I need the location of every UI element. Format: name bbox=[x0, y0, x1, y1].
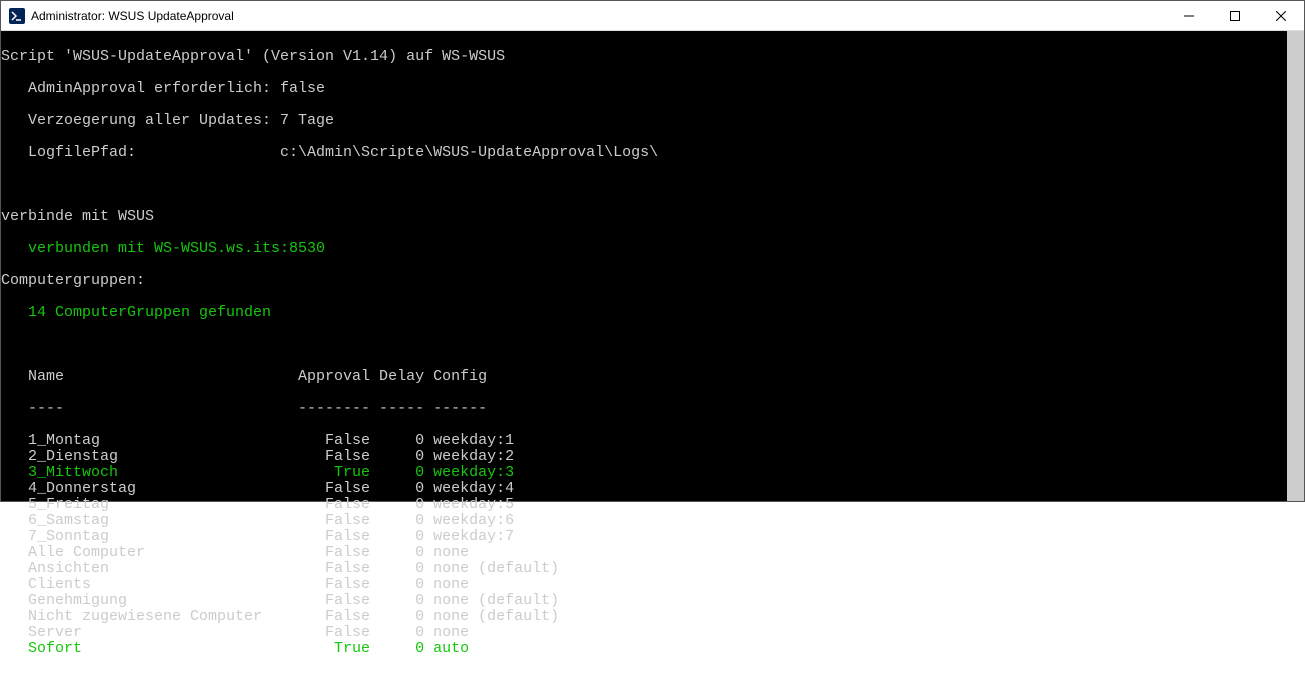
table-row: 5_Freitag False 0 weekday:5 bbox=[1, 497, 1304, 513]
close-button[interactable] bbox=[1258, 1, 1304, 31]
minimize-button[interactable] bbox=[1166, 1, 1212, 31]
scrollbar-thumb[interactable] bbox=[1287, 31, 1304, 501]
table-row: Genehmigung False 0 none (default) bbox=[1, 593, 1304, 609]
logpath-line: LogfilePfad: c:\Admin\Scripte\WSUS-Updat… bbox=[1, 145, 1304, 161]
table-separator: ---- -------- ----- ------ bbox=[1, 401, 1304, 417]
powershell-icon bbox=[9, 8, 25, 24]
console-output: Script 'WSUS-UpdateApproval' (Version V1… bbox=[1, 31, 1304, 689]
table-row: Sofort True 0 auto bbox=[1, 641, 1304, 657]
delay-line: Verzoegerung aller Updates: 7 Tage bbox=[1, 113, 1304, 129]
table-row: 2_Dienstag False 0 weekday:2 bbox=[1, 449, 1304, 465]
table-row: Alle Computer False 0 none bbox=[1, 545, 1304, 561]
blank-line bbox=[1, 177, 1304, 193]
table-row: 1_Montag False 0 weekday:1 bbox=[1, 433, 1304, 449]
table-body: 1_Montag False 0 weekday:1 2_Dienstag Fa… bbox=[1, 433, 1304, 657]
admin-approval-line: AdminApproval erforderlich: false bbox=[1, 81, 1304, 97]
table-header: Name Approval Delay Config bbox=[1, 369, 1304, 385]
table-row: 7_Sonntag False 0 weekday:7 bbox=[1, 529, 1304, 545]
table-row: 3_Mittwoch True 0 weekday:3 bbox=[1, 465, 1304, 481]
maximize-button[interactable] bbox=[1212, 1, 1258, 31]
connect-label: verbinde mit WSUS bbox=[1, 209, 1304, 225]
titlebar[interactable]: Administrator: WSUS UpdateApproval bbox=[1, 1, 1304, 31]
groups-found: 14 ComputerGruppen gefunden bbox=[1, 305, 1304, 321]
blank-line bbox=[1, 337, 1304, 353]
table-row: Nicht zugewiesene Computer False 0 none … bbox=[1, 609, 1304, 625]
table-row: Ansichten False 0 none (default) bbox=[1, 561, 1304, 577]
table-row: 6_Samstag False 0 weekday:6 bbox=[1, 513, 1304, 529]
window-title: Administrator: WSUS UpdateApproval bbox=[31, 9, 234, 23]
groups-label: Computergruppen: bbox=[1, 273, 1304, 289]
console-area[interactable]: Script 'WSUS-UpdateApproval' (Version V1… bbox=[1, 31, 1304, 501]
table-row: Clients False 0 none bbox=[1, 577, 1304, 593]
connect-status: verbunden mit WS-WSUS.ws.its:8530 bbox=[1, 241, 1304, 257]
table-row: 4_Donnerstag False 0 weekday:4 bbox=[1, 481, 1304, 497]
script-header-line: Script 'WSUS-UpdateApproval' (Version V1… bbox=[1, 49, 1304, 65]
vertical-scrollbar[interactable] bbox=[1287, 31, 1304, 501]
table-row: Server False 0 none bbox=[1, 625, 1304, 641]
